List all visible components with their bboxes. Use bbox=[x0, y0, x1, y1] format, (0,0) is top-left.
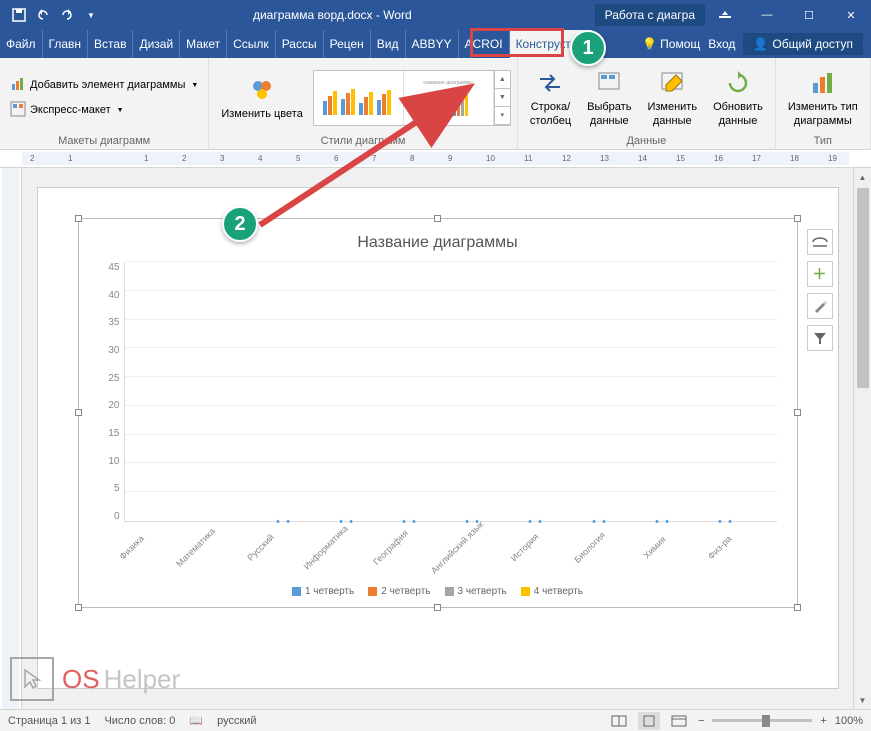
gallery-down-icon[interactable]: ▼ bbox=[495, 89, 510, 107]
share-button[interactable]: 👤 Общий доступ bbox=[743, 33, 863, 55]
express-layout-button[interactable]: Экспресс-макет▼ bbox=[6, 99, 128, 122]
plot bbox=[124, 262, 777, 522]
tab-acrobat[interactable]: ACROI bbox=[459, 30, 510, 58]
print-layout-icon[interactable] bbox=[638, 712, 660, 730]
contextual-tab-title: Работа с диагра bbox=[595, 4, 705, 26]
add-element-icon bbox=[10, 76, 26, 95]
document-scroll-area[interactable]: ＋ Название диаграммы 051015202530354045 … bbox=[22, 168, 853, 709]
chart-layout-options-button[interactable] bbox=[807, 229, 833, 255]
undo-icon[interactable] bbox=[32, 4, 54, 26]
spellcheck-icon[interactable]: 📖 bbox=[189, 714, 203, 727]
zoom-out-button[interactable]: − bbox=[698, 715, 704, 727]
select-data-button[interactable]: Выбрать данные bbox=[581, 65, 637, 129]
select-data-icon bbox=[593, 67, 625, 99]
share-icon: 👤 bbox=[753, 37, 768, 51]
ribbon-options-icon[interactable] bbox=[705, 0, 745, 30]
word-count[interactable]: Число слов: 0 bbox=[104, 715, 175, 727]
switch-icon bbox=[534, 67, 566, 99]
ribbon-group-data: Строка/ столбец Выбрать данные Изменить … bbox=[518, 58, 776, 149]
ribbon-tabs: Файл Главн Встав Дизай Макет Ссылк Рассы… bbox=[0, 30, 871, 58]
chart-plot-area[interactable]: 051015202530354045 bbox=[99, 262, 777, 522]
chart-object[interactable]: ＋ Название диаграммы 051015202530354045 … bbox=[78, 218, 798, 608]
read-mode-icon[interactable] bbox=[608, 712, 630, 730]
redo-icon[interactable] bbox=[56, 4, 78, 26]
cursor-icon bbox=[10, 657, 54, 701]
web-layout-icon[interactable] bbox=[668, 712, 690, 730]
tab-home[interactable]: Главн bbox=[43, 30, 89, 58]
login-link[interactable]: Вход bbox=[708, 37, 735, 51]
x-axis-labels: ФизикаМатематикаРусскийИнформатикаГеогра… bbox=[99, 526, 777, 576]
annotation-bubble-1: 1 bbox=[570, 30, 606, 66]
chart-side-buttons: ＋ bbox=[807, 229, 833, 351]
group-label-layouts: Макеты диаграмм bbox=[6, 133, 202, 147]
zoom-slider[interactable] bbox=[712, 719, 812, 722]
chart-elements-button[interactable]: ＋ bbox=[807, 261, 833, 287]
tab-references[interactable]: Ссылк bbox=[227, 30, 276, 58]
switch-row-column-button[interactable]: Строка/ столбец bbox=[524, 65, 577, 129]
refresh-data-button[interactable]: Обновить данные bbox=[707, 65, 769, 129]
y-axis: 051015202530354045 bbox=[99, 262, 124, 522]
scrollbar-thumb[interactable] bbox=[857, 188, 869, 388]
tab-layout[interactable]: Макет bbox=[180, 30, 227, 58]
tab-mailings[interactable]: Рассы bbox=[276, 30, 324, 58]
chart-title[interactable]: Название диаграммы bbox=[99, 234, 777, 252]
ribbon-group-layouts: Добавить элемент диаграммы▼ Экспресс-мак… bbox=[0, 58, 209, 149]
close-icon[interactable]: ✕ bbox=[831, 0, 871, 30]
chart-filters-button[interactable] bbox=[807, 325, 833, 351]
document-area: ＋ Название диаграммы 051015202530354045 … bbox=[0, 168, 871, 709]
statusbar: Страница 1 из 1 Число слов: 0 📖 русский … bbox=[0, 709, 871, 731]
help-icon[interactable]: 💡 Помощ bbox=[642, 37, 700, 51]
minimize-icon[interactable]: — bbox=[747, 0, 787, 30]
tab-view[interactable]: Вид bbox=[371, 30, 406, 58]
window-controls: — ☐ ✕ bbox=[705, 0, 871, 30]
group-label-type: Тип bbox=[782, 133, 864, 147]
maximize-icon[interactable]: ☐ bbox=[789, 0, 829, 30]
qat-dropdown-icon[interactable]: ▼ bbox=[80, 4, 102, 26]
edit-data-icon bbox=[656, 67, 688, 99]
tab-review[interactable]: Рецен bbox=[324, 30, 371, 58]
tab-insert[interactable]: Встав bbox=[88, 30, 133, 58]
page-counter[interactable]: Страница 1 из 1 bbox=[8, 715, 90, 727]
gallery-more-icon[interactable]: ▾ bbox=[495, 107, 510, 125]
tab-file[interactable]: Файл bbox=[0, 30, 43, 58]
quick-access-toolbar: ▼ bbox=[0, 4, 110, 26]
chart-type-icon bbox=[807, 67, 839, 99]
tab-abbyy[interactable]: ABBYY bbox=[406, 30, 459, 58]
refresh-icon bbox=[722, 67, 754, 99]
save-icon[interactable] bbox=[8, 4, 30, 26]
gallery-spinner: ▲ ▼ ▾ bbox=[494, 71, 510, 125]
group-label-data: Данные bbox=[524, 133, 769, 147]
vertical-scrollbar[interactable]: ▲ ▼ bbox=[853, 168, 871, 709]
annotation-bubble-2: 2 bbox=[222, 206, 258, 242]
add-chart-element-button[interactable]: Добавить элемент диаграммы▼ bbox=[6, 74, 202, 97]
gallery-up-icon[interactable]: ▲ bbox=[495, 71, 510, 89]
watermark: OS Helper bbox=[10, 657, 180, 701]
language-indicator[interactable]: русский bbox=[217, 715, 256, 727]
zoom-level[interactable]: 100% bbox=[835, 715, 863, 727]
tab-design[interactable]: Дизай bbox=[133, 30, 180, 58]
page: ＋ Название диаграммы 051015202530354045 … bbox=[38, 188, 838, 688]
zoom-in-button[interactable]: + bbox=[820, 715, 826, 727]
document-title: диаграмма ворд.docx - Word bbox=[110, 8, 555, 22]
chart-styles-button[interactable] bbox=[807, 293, 833, 319]
titlebar: ▼ диаграмма ворд.docx - Word Работа с ди… bbox=[0, 0, 871, 30]
change-chart-type-button[interactable]: Изменить тип диаграммы bbox=[782, 65, 864, 129]
express-layout-icon bbox=[10, 101, 26, 120]
scroll-down-icon[interactable]: ▼ bbox=[854, 691, 871, 709]
edit-data-button[interactable]: Изменить данные bbox=[641, 65, 703, 129]
scroll-up-icon[interactable]: ▲ bbox=[854, 168, 871, 186]
annotation-arrow bbox=[250, 75, 480, 235]
vertical-ruler[interactable] bbox=[0, 168, 22, 709]
ribbon-group-type: Изменить тип диаграммы Тип bbox=[776, 58, 871, 149]
